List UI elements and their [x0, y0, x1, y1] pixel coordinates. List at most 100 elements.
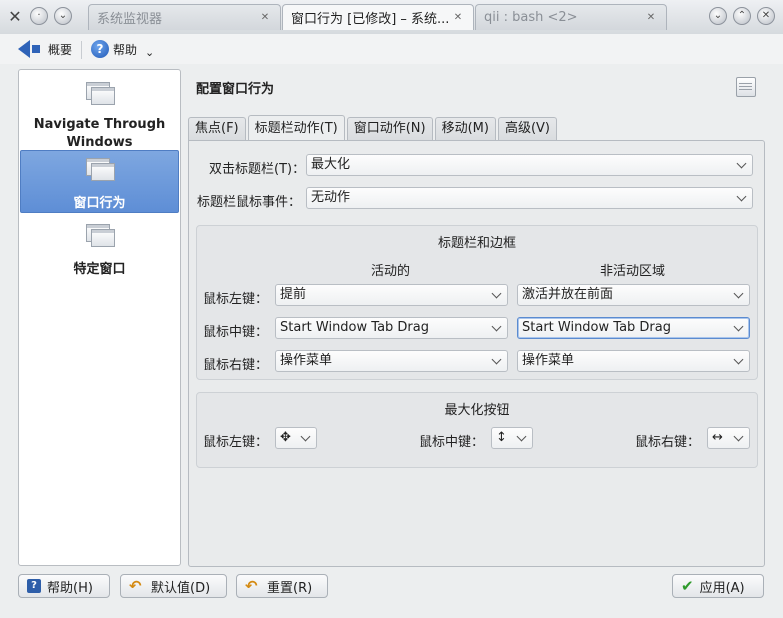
reset-button[interactable]: ↶ 重置(R): [236, 574, 328, 598]
chevron-down-icon: ⌄: [145, 45, 155, 59]
double-click-select[interactable]: 最大化: [306, 154, 753, 176]
content-tabs: 焦点(F) 标题栏动作(T) 窗口动作(N) 移动(M) 高级(V): [188, 115, 558, 141]
move-icon: ✥: [280, 430, 291, 445]
active-middle-select[interactable]: Start Window Tab Drag: [275, 317, 508, 339]
tab-window-actions[interactable]: 窗口动作(N): [346, 117, 433, 140]
double-click-label: 双击标题栏(T)：: [209, 162, 306, 177]
inactive-right-value: 操作菜单: [522, 353, 575, 368]
inactive-middle-value: Start Window Tab Drag: [522, 320, 671, 335]
app-icon[interactable]: ✕: [6, 7, 24, 26]
window-body: Navigate Through Windows 窗口行为 特定窗口 配置窗口行…: [0, 64, 783, 618]
help-label: 帮助: [113, 42, 138, 57]
apply-button-label: 应用(A): [699, 580, 745, 596]
close-icon[interactable]: ✕: [258, 11, 272, 25]
active-left-value: 提前: [280, 287, 307, 302]
chevron-down-icon: [733, 321, 744, 332]
chevron-down-icon: [733, 354, 744, 365]
sidebar: Navigate Through Windows 窗口行为 特定窗口: [18, 69, 181, 566]
max-right-label: 鼠标右键：: [635, 435, 701, 450]
page-title: 配置窗口行为: [196, 82, 275, 97]
max-left-label: 鼠标左键：: [203, 435, 269, 450]
apply-button[interactable]: ✔ 应用(A): [672, 574, 764, 598]
help-icon: ?: [27, 579, 41, 593]
chevron-down-icon: [300, 431, 311, 442]
defaults-button-label: 默认值(D): [151, 580, 211, 596]
tab-bash[interactable]: qii : bash <2> ✕: [475, 4, 667, 30]
help-button[interactable]: ? 帮助(H): [18, 574, 110, 598]
sidebar-item-label: 特定窗口: [73, 262, 126, 277]
sidebar-item-navigate[interactable]: Navigate Through Windows: [20, 78, 179, 150]
undo-icon: ↶: [245, 577, 258, 595]
middle-button-label: 鼠标中键：: [203, 325, 269, 340]
active-middle-value: Start Window Tab Drag: [280, 320, 429, 335]
windows-icon: [85, 158, 115, 181]
titlebar-left-controls: ✕ · ⌄: [6, 7, 72, 26]
chevron-down-icon: [736, 191, 747, 202]
tab-titlebar-actions[interactable]: 标题栏动作(T): [247, 115, 345, 140]
overview-label: 概要: [48, 42, 73, 57]
chevron-down-icon: [516, 431, 527, 442]
window-menu-icon[interactable]: ·: [30, 7, 48, 25]
maximize-group: 最大化按钮 鼠标左键： ✥ 鼠标中键： ↕ 鼠标右键： ↔: [196, 392, 758, 468]
sidebar-item-label: Navigate Through Windows: [33, 117, 166, 150]
horizontal-arrow-icon: ↔: [712, 430, 723, 445]
active-left-select[interactable]: 提前: [275, 284, 508, 306]
help-icon: ?: [91, 40, 109, 58]
toolbar: 概要 ? 帮助 ⌄: [0, 34, 783, 65]
max-left-select[interactable]: ✥: [275, 427, 317, 449]
inactive-header: 非活动区域: [600, 264, 666, 279]
inactive-right-select[interactable]: 操作菜单: [517, 350, 750, 372]
wheel-select[interactable]: 无动作: [306, 187, 753, 209]
defaults-button[interactable]: ↶ 默认值(D): [120, 574, 227, 598]
chevron-down-icon: [733, 431, 744, 442]
close-window-icon[interactable]: ✕: [757, 7, 775, 25]
chevron-down-icon: [491, 288, 502, 299]
close-icon[interactable]: ✕: [451, 11, 465, 25]
minimize-icon[interactable]: ⌄: [709, 7, 727, 25]
active-right-value: 操作菜单: [280, 353, 333, 368]
inactive-left-select[interactable]: 激活并放在前面: [517, 284, 750, 306]
tab-system-monitor[interactable]: 系统监视器 ✕: [88, 4, 281, 30]
help-button-label: 帮助(H): [47, 580, 93, 596]
check-icon: ✔: [681, 577, 694, 595]
toolbar-separator: [81, 41, 82, 59]
vertical-arrow-icon: ↕: [496, 430, 507, 445]
tab-focus[interactable]: 焦点(F): [188, 117, 246, 140]
inactive-left-value: 激活并放在前面: [522, 287, 614, 302]
wheel-label: 标题栏鼠标事件：: [197, 195, 302, 210]
shade-icon[interactable]: ⌄: [54, 7, 72, 25]
windows-icon: [85, 224, 115, 247]
overview-button[interactable]: 概要: [18, 38, 72, 60]
windows-icon: [85, 82, 115, 105]
double-click-value: 最大化: [311, 157, 351, 172]
back-arrow-icon: [18, 40, 30, 58]
help-menu-button[interactable]: ? 帮助 ⌄: [91, 38, 154, 60]
reset-button-label: 重置(R): [267, 580, 313, 596]
max-middle-select[interactable]: ↕: [491, 427, 533, 449]
sidebar-item-specific-windows[interactable]: 特定窗口: [20, 220, 179, 277]
close-icon[interactable]: ✕: [644, 11, 658, 25]
titlebar-right-controls: ⌄ ⌃ ✕: [709, 7, 775, 25]
tab-window-behavior[interactable]: 窗口行为 [已修改] – 系统... ✕: [282, 4, 474, 30]
left-button-label: 鼠标左键：: [203, 292, 269, 307]
group-title: 最大化按钮: [444, 403, 510, 418]
tab-moving[interactable]: 移动(M): [434, 117, 496, 140]
right-button-label: 鼠标右键：: [203, 358, 269, 373]
inactive-middle-select[interactable]: Start Window Tab Drag: [517, 317, 750, 339]
sidebar-item-window-behavior[interactable]: 窗口行为: [20, 150, 179, 213]
window-titlebar: ✕ · ⌄ 系统监视器 ✕ 窗口行为 [已修改] – 系统... ✕ qii :…: [0, 0, 783, 35]
back-arrow-stem: [32, 45, 40, 53]
active-right-select[interactable]: 操作菜单: [275, 350, 508, 372]
titlebar-frame-group: 标题栏和边框 活动的 非活动区域 鼠标左键： 提前 激活并放在前面 鼠标中键： …: [196, 225, 758, 380]
chevron-down-icon: [736, 158, 747, 169]
maximize-icon[interactable]: ⌃: [733, 7, 751, 25]
document-icon: [736, 77, 756, 97]
wheel-value: 无动作: [311, 190, 351, 205]
chevron-down-icon: [491, 321, 502, 332]
tab-panel: 双击标题栏(T)： 最大化 标题栏鼠标事件： 无动作 标题栏和边框 活动的 非活…: [188, 140, 765, 567]
tab-advanced[interactable]: 高级(V): [497, 117, 558, 140]
chevron-down-icon: [733, 288, 744, 299]
tab-label: 窗口行为 [已修改] – 系统...: [291, 12, 450, 27]
sidebar-item-label: 窗口行为: [73, 196, 126, 211]
max-right-select[interactable]: ↔: [707, 427, 750, 449]
